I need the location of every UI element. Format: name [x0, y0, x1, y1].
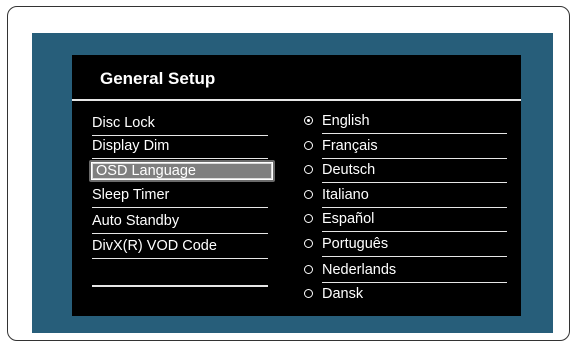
option-underline — [322, 181, 507, 183]
empty-row-underline — [92, 285, 268, 287]
item-underline — [92, 232, 268, 234]
language-option-nederlands[interactable]: Nederlands — [304, 259, 507, 283]
language-label: Deutsch — [322, 162, 376, 178]
language-option-italiano[interactable]: Italiano — [304, 184, 507, 208]
language-option-espanol[interactable]: Español — [304, 208, 507, 232]
radio-icon — [304, 265, 313, 274]
item-underline — [92, 206, 268, 208]
language-label: English — [322, 113, 370, 129]
menu-item-osd-language[interactable]: OSD Language — [89, 160, 275, 182]
menu-title: General Setup — [100, 69, 216, 88]
option-underline — [322, 255, 507, 257]
item-underline — [92, 157, 268, 159]
radio-selected-icon — [304, 116, 313, 125]
radio-icon — [304, 165, 313, 174]
language-label: Nederlands — [322, 262, 397, 278]
language-option-deutsch[interactable]: Deutsch — [304, 159, 507, 183]
language-label: Dansk — [322, 286, 364, 302]
item-underline — [92, 257, 268, 259]
menu-item-display-dim[interactable]: Display Dim — [92, 135, 268, 159]
language-option-francais[interactable]: Français — [304, 135, 507, 159]
radio-icon — [304, 289, 313, 298]
language-label: Français — [322, 138, 378, 154]
radio-icon — [304, 239, 313, 248]
menu-item-label: OSD Language — [96, 163, 196, 179]
radio-icon — [304, 190, 313, 199]
language-label: Português — [322, 236, 389, 252]
menu-item-disc-lock[interactable]: Disc Lock — [92, 112, 268, 136]
language-label: Italiano — [322, 187, 369, 203]
menu-item-label: Sleep Timer — [92, 187, 170, 203]
language-label: Español — [322, 211, 375, 227]
language-option-portugues[interactable]: Português — [304, 233, 507, 257]
radio-icon — [304, 141, 313, 150]
language-option-english[interactable]: English — [304, 110, 507, 134]
option-underline — [322, 132, 507, 134]
language-option-dansk[interactable]: Dansk — [304, 283, 507, 307]
menu-item-label: DivX(R) VOD Code — [92, 238, 217, 254]
title-divider — [72, 99, 521, 101]
option-underline — [322, 230, 507, 232]
menu-item-label: Display Dim — [92, 138, 170, 154]
radio-icon — [304, 214, 313, 223]
menu-item-auto-standby[interactable]: Auto Standby — [92, 210, 268, 234]
menu-item-label: Auto Standby — [92, 213, 180, 229]
menu-item-label: Disc Lock — [92, 115, 155, 131]
menu-item-sleep-timer[interactable]: Sleep Timer — [92, 184, 268, 208]
osd-screen: General Setup Disc Lock Display Dim OSD … — [72, 55, 521, 316]
menu-item-divx-vod-code[interactable]: DivX(R) VOD Code — [92, 235, 268, 259]
